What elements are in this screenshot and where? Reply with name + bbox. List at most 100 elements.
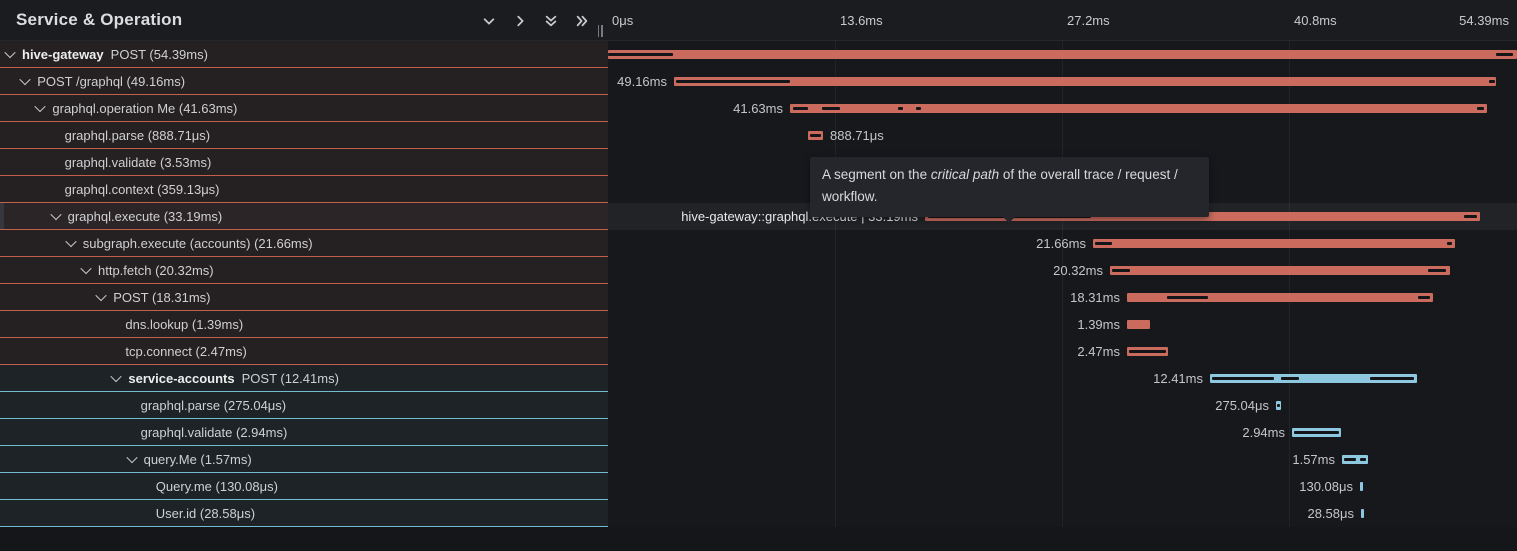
span-tree: hive-gatewayPOST (54.39ms) POST /graphql … [0, 41, 608, 527]
duration-label: 130.08μs [1299, 473, 1353, 500]
tree-row-query-me-field[interactable]: Query.me (130.08μs) [0, 473, 608, 500]
critical-path-segment [1428, 269, 1446, 272]
span-label: subgraph.execute (accounts) (21.66ms) [83, 236, 313, 251]
span-bar-subgraph-execute-accounts[interactable] [1093, 239, 1455, 248]
critical-path-segment [822, 107, 840, 110]
critical-path-segment [1277, 404, 1280, 407]
span-label: query.Me (1.57ms) [144, 452, 252, 467]
span-bar-http-fetch[interactable] [1110, 266, 1450, 275]
timeline-row-query-me: 1.57ms [608, 446, 1517, 473]
chevron-right-icon[interactable] [512, 13, 528, 29]
span-bar-post-graphql[interactable] [674, 77, 1496, 86]
critical-path-segment [793, 107, 808, 110]
duration-label: 1.39ms [1077, 311, 1120, 338]
span-bar-sa-graphql-parse[interactable] [1276, 401, 1281, 410]
critical-path-segment [898, 107, 903, 110]
span-bar-sa-graphql-validate[interactable] [1292, 428, 1341, 437]
span-label: User.id (28.58μs) [156, 506, 255, 521]
duration-label: 2.47ms [1077, 338, 1120, 365]
critical-path-segment [1167, 296, 1208, 299]
tooltip-text-italic: critical path [931, 167, 999, 182]
span-label: graphql.operation Me (41.63ms) [52, 101, 237, 116]
chevron-down-icon[interactable] [35, 101, 46, 112]
tree-row-graphql-parse[interactable]: graphql.parse (888.71μs) [0, 122, 608, 149]
tree-row-service-accounts-post[interactable]: service-accounts POST (12.41ms) [0, 365, 608, 392]
service-name: service-accounts [128, 371, 234, 386]
span-bar-graphql-parse[interactable] [808, 131, 823, 140]
tree-row-sa-graphql-parse[interactable]: graphql.parse (275.04μs) [0, 392, 608, 419]
critical-path-segment [1129, 350, 1166, 353]
span-label: POST (18.31ms) [113, 290, 210, 305]
critical-path-tooltip: A segment on the critical path of the ov… [810, 157, 1209, 217]
critical-path-segment [1344, 458, 1356, 461]
span-bar-query-me-field[interactable] [1360, 482, 1363, 491]
span-label: Query.me (130.08μs) [156, 479, 278, 494]
tree-row-dns-lookup[interactable]: dns.lookup (1.39ms) [0, 311, 608, 338]
span-bar-graphql-operation-me[interactable] [790, 104, 1487, 113]
chevron-down-icon[interactable] [50, 209, 61, 220]
timeline-row-post: 18.31ms [608, 284, 1517, 311]
chevron-down-icon[interactable] [96, 290, 107, 301]
span-bar-query-me[interactable] [1342, 455, 1368, 464]
tree-row-subgraph-execute-accounts[interactable]: subgraph.execute (accounts) (21.66ms) [0, 230, 608, 257]
span-tree-header: Service & Operation [0, 0, 608, 41]
panel-resizer-handle[interactable] [594, 24, 606, 38]
tree-row-user-id[interactable]: User.id (28.58μs) [0, 500, 608, 527]
span-label: POST /graphql (49.16ms) [37, 74, 185, 89]
span-bar-dns-lookup[interactable] [1127, 320, 1150, 329]
span-label: POST (12.41ms) [242, 371, 339, 386]
timeline-row-http-fetch: 20.32ms [608, 257, 1517, 284]
timeline-row-tcp-connect: 2.47ms [608, 338, 1517, 365]
critical-path-segment [1464, 215, 1477, 218]
service-name: hive-gateway [22, 47, 104, 62]
chevron-down-icon[interactable] [481, 13, 497, 29]
duration-label: 2.94ms [1242, 419, 1285, 446]
critical-path-segment [1496, 53, 1513, 56]
tree-row-graphql-execute[interactable]: graphql.execute (33.19ms) [0, 203, 608, 230]
span-bar-hive-gateway-post[interactable] [608, 50, 1517, 59]
double-chevron-down-icon[interactable] [543, 13, 559, 29]
span-label: graphql.validate (3.53ms) [65, 155, 212, 170]
span-bar-post[interactable] [1127, 293, 1433, 302]
critical-path-segment [1095, 242, 1112, 245]
tree-row-graphql-context[interactable]: graphql.context (359.13μs) [0, 176, 608, 203]
chevron-down-icon[interactable] [65, 236, 76, 247]
tree-row-tcp-connect[interactable]: tcp.connect (2.47ms) [0, 338, 608, 365]
duration-label: 20.32ms [1053, 257, 1103, 284]
span-label: tcp.connect (2.47ms) [125, 344, 246, 359]
chevron-down-icon[interactable] [80, 263, 91, 274]
double-chevron-right-icon[interactable] [574, 13, 590, 29]
span-bar-service-accounts-post[interactable] [1210, 374, 1417, 383]
critical-path-segment [810, 134, 821, 137]
tree-row-post-graphql[interactable]: POST /graphql (49.16ms) [0, 68, 608, 95]
critical-path-segment [1360, 458, 1366, 461]
tree-row-http-fetch[interactable]: http.fetch (20.32ms) [0, 257, 608, 284]
ruler-tick: 54.39ms [1459, 13, 1509, 28]
chevron-down-icon[interactable] [126, 452, 137, 463]
critical-path-segment [1281, 377, 1299, 380]
duration-label: 275.04μs [1215, 392, 1269, 419]
critical-path-segment [1112, 269, 1130, 272]
ruler-tick: 0μs [612, 13, 633, 28]
span-label: graphql.parse (888.71μs) [65, 128, 211, 143]
chevron-down-icon[interactable] [4, 47, 15, 58]
critical-path-segment [608, 53, 673, 56]
panel-title: Service & Operation [16, 10, 182, 30]
tree-row-graphql-validate[interactable]: graphql.validate (3.53ms) [0, 149, 608, 176]
span-label: http.fetch (20.32ms) [98, 263, 214, 278]
tree-row-graphql-operation-me[interactable]: graphql.operation Me (41.63ms) [0, 95, 608, 122]
span-label: graphql.execute (33.19ms) [68, 209, 223, 224]
span-bar-user-id[interactable] [1361, 509, 1364, 518]
chevron-down-icon[interactable] [20, 74, 31, 85]
chevron-down-icon[interactable] [111, 371, 122, 382]
span-label: graphql.parse (275.04μs) [141, 398, 287, 413]
duration-label: 1.57ms [1292, 446, 1335, 473]
tree-row-hive-gateway-post[interactable]: hive-gatewayPOST (54.39ms) [0, 41, 608, 68]
span-label: graphql.validate (2.94ms) [141, 425, 288, 440]
duration-label: 888.71μs [830, 122, 884, 149]
tree-row-post[interactable]: POST (18.31ms) [0, 284, 608, 311]
tree-row-query-me[interactable]: query.Me (1.57ms) [0, 446, 608, 473]
tooltip-arrow [1002, 216, 1016, 223]
span-bar-tcp-connect[interactable] [1127, 347, 1168, 356]
tree-row-sa-graphql-validate[interactable]: graphql.validate (2.94ms) [0, 419, 608, 446]
